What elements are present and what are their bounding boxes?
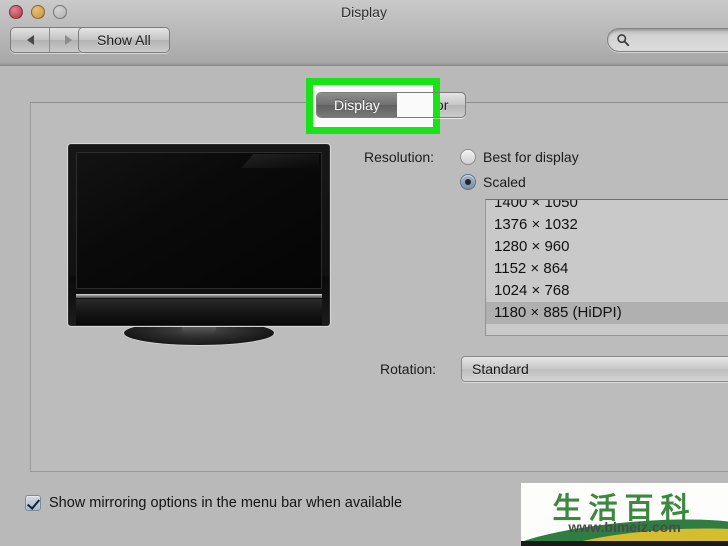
- resolution-option-best[interactable]: Best for display: [460, 149, 579, 165]
- resolution-label: Resolution:: [364, 149, 435, 165]
- monitor-accent-strip: [76, 294, 322, 298]
- watermark: 生活百科 www.bimeiz.com: [521, 483, 728, 546]
- rotation-dropdown[interactable]: Standard: [461, 356, 728, 382]
- tab-bar-overlay: Display Color: [316, 92, 467, 118]
- radio-best-label: Best for display: [483, 149, 579, 165]
- search-icon: [617, 34, 630, 47]
- watermark-url: www.bimeiz.com: [568, 519, 681, 535]
- search-input[interactable]: [634, 32, 728, 48]
- monitor-screen: [76, 152, 322, 289]
- radio-scaled[interactable]: [460, 174, 476, 190]
- monitor-bezel: [68, 144, 330, 326]
- mirroring-checkbox[interactable]: [25, 495, 41, 511]
- list-item[interactable]: 1280 × 960: [486, 236, 728, 258]
- mirroring-label: Show mirroring options in the menu bar w…: [49, 495, 403, 511]
- mirroring-checkbox-row[interactable]: Show mirroring options in the menu bar w…: [25, 495, 402, 511]
- list-item-selected[interactable]: 1180 × 885 (HiDPI): [486, 302, 728, 324]
- resolution-option-scaled[interactable]: Scaled: [460, 174, 526, 190]
- display-preferences-window: Display Show All Display Color Display C…: [0, 0, 728, 546]
- resolution-list[interactable]: 1400 × 1050 1376 × 1032 1280 × 960 1152 …: [485, 199, 728, 336]
- chevron-right-icon: [65, 35, 72, 45]
- monitor-glare: [241, 154, 319, 168]
- rotation-value: Standard: [472, 361, 529, 377]
- list-item[interactable]: 1400 × 1050: [486, 200, 728, 214]
- list-item[interactable]: 1152 × 864: [486, 258, 728, 280]
- radio-scaled-label: Scaled: [483, 174, 526, 190]
- search-field[interactable]: [607, 28, 728, 52]
- show-all-button[interactable]: Show All: [78, 27, 170, 53]
- back-button[interactable]: [11, 28, 49, 52]
- navigation-buttons: [10, 27, 88, 53]
- list-item[interactable]: 1024 × 768: [486, 280, 728, 302]
- chevron-left-icon: [26, 35, 34, 45]
- monitor-lower-bezel: [76, 299, 322, 325]
- watermark-bottom-bar: [521, 541, 728, 546]
- radio-best-for-display[interactable]: [460, 149, 476, 165]
- window-titlebar: Display Show All: [0, 0, 728, 66]
- list-item[interactable]: 1376 × 1032: [486, 214, 728, 236]
- rotation-label: Rotation:: [380, 361, 437, 377]
- page-title: Display: [341, 4, 387, 20]
- tab-display-highlighted[interactable]: Display: [317, 93, 397, 117]
- monitor-illustration: [63, 142, 335, 346]
